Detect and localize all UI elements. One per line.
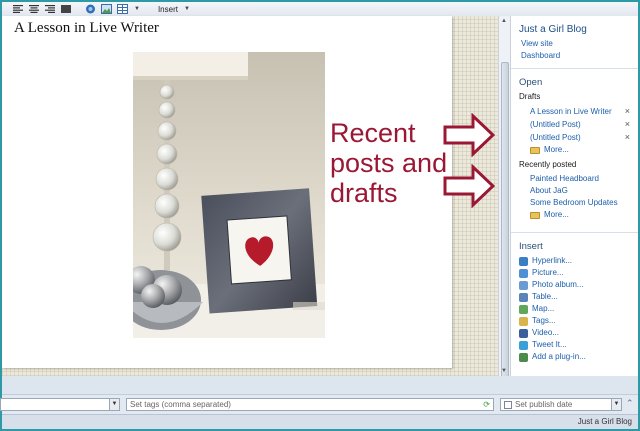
recent-more[interactable]: More... bbox=[519, 209, 638, 221]
scroll-down-icon[interactable]: ▼ bbox=[501, 368, 507, 374]
align-right-icon[interactable] bbox=[44, 4, 56, 14]
insert-item-label[interactable]: Tweet It... bbox=[532, 339, 567, 351]
align-center-icon[interactable] bbox=[28, 4, 40, 14]
insert-item[interactable]: Tags... bbox=[519, 315, 638, 327]
video-icon bbox=[519, 328, 528, 338]
chevron-down-icon[interactable]: ▼ bbox=[109, 399, 119, 410]
insert-item-label[interactable]: Add a plug-in... bbox=[532, 351, 586, 363]
insert-list: Hyperlink... Picture... Photo album... Tabl… bbox=[519, 255, 638, 363]
insert-item[interactable]: Table... bbox=[519, 291, 638, 303]
status-blog-name: Just a Girl Blog bbox=[577, 417, 632, 426]
insert-dropdown-icon[interactable]: ▼ bbox=[184, 6, 190, 12]
sidebar-open-section: Open Drafts A Lesson in Live Writer × (U… bbox=[511, 69, 638, 233]
draft-item[interactable]: (Untitled Post) × bbox=[519, 131, 638, 144]
recent-post-link[interactable]: Some Bedroom Updates bbox=[530, 197, 618, 209]
insert-item[interactable]: Map... bbox=[519, 303, 638, 315]
insert-item[interactable]: Video... bbox=[519, 327, 638, 339]
tags-icon bbox=[519, 316, 528, 326]
insert-heading: Insert bbox=[519, 241, 543, 252]
recently-posted-label: Recently posted bbox=[519, 160, 577, 169]
insert-menu[interactable]: Insert bbox=[158, 5, 178, 14]
status-bar: Just a Girl Blog bbox=[2, 414, 638, 429]
draft-item[interactable]: (Untitled Post) × bbox=[519, 118, 638, 131]
insert-item-label[interactable]: Tags... bbox=[532, 315, 556, 327]
annotation-arrow-bottom-icon bbox=[443, 164, 495, 208]
hyperlink-icon[interactable] bbox=[84, 4, 96, 14]
recent-post-item[interactable]: Painted Headboard bbox=[519, 173, 638, 185]
drafts-more[interactable]: More... bbox=[519, 144, 638, 156]
insert-item[interactable]: Picture... bbox=[519, 267, 638, 279]
insert-item[interactable]: Hyperlink... bbox=[519, 255, 638, 267]
tags-placeholder: Set tags (comma separated) bbox=[130, 400, 231, 409]
align-justify-icon[interactable] bbox=[60, 4, 72, 14]
tweet-icon bbox=[519, 340, 528, 350]
recent-post-item[interactable]: About JaG bbox=[519, 185, 638, 197]
dashboard-link[interactable]: Dashboard bbox=[519, 50, 638, 62]
recent-more-link[interactable]: More... bbox=[544, 209, 569, 221]
draft-link[interactable]: (Untitled Post) bbox=[530, 119, 581, 131]
recent-post-link[interactable]: Painted Headboard bbox=[530, 173, 599, 185]
post-photo[interactable] bbox=[133, 52, 325, 338]
close-icon[interactable]: × bbox=[625, 131, 630, 144]
recent-post-item[interactable]: Some Bedroom Updates bbox=[519, 197, 638, 209]
picture-icon[interactable] bbox=[100, 4, 112, 14]
annotation-text: Recent posts and drafts bbox=[330, 118, 447, 208]
picture-icon bbox=[519, 268, 528, 278]
draft-item[interactable]: A Lesson in Live Writer × bbox=[519, 105, 638, 118]
map-icon bbox=[519, 304, 528, 314]
annotation-arrow-top-icon bbox=[443, 113, 495, 157]
insert-item-label[interactable]: Table... bbox=[532, 291, 558, 303]
tags-input[interactable]: Set tags (comma separated) ⟳ bbox=[126, 398, 494, 411]
drafts-label: Drafts bbox=[519, 92, 541, 101]
insert-item-label[interactable]: Hyperlink... bbox=[532, 255, 572, 267]
insert-item[interactable]: Tweet It... bbox=[519, 339, 638, 351]
view-site-link[interactable]: View site bbox=[519, 38, 638, 50]
editor-scrollbar[interactable]: ▲ ▼ bbox=[498, 16, 510, 382]
insert-item-label[interactable]: Map... bbox=[532, 303, 554, 315]
draft-link[interactable]: (Untitled Post) bbox=[530, 132, 581, 144]
publish-date-input[interactable]: Set publish date ▼ bbox=[500, 398, 622, 411]
blog-name: Just a Girl Blog bbox=[519, 24, 587, 35]
insert-item[interactable]: Add a plug-in... bbox=[519, 351, 638, 363]
close-icon[interactable]: × bbox=[625, 105, 630, 118]
editor-footer-band bbox=[2, 376, 638, 394]
drafts-more-link[interactable]: More... bbox=[544, 144, 569, 156]
photo-album-icon bbox=[519, 280, 528, 290]
collapse-icon[interactable]: ⌃ bbox=[626, 398, 634, 409]
table-dropdown-icon[interactable]: ▼ bbox=[134, 6, 140, 12]
insert-item[interactable]: Photo album... bbox=[519, 279, 638, 291]
open-heading: Open bbox=[519, 77, 543, 88]
close-icon[interactable]: × bbox=[625, 118, 630, 131]
plugin-icon bbox=[519, 352, 528, 362]
sidebar: Just a Girl Blog View site Dashboard Ope… bbox=[510, 16, 638, 376]
post-properties-bar: ▼ Set tags (comma separated) ⟳ Set publi… bbox=[0, 394, 638, 414]
align-left-icon[interactable] bbox=[12, 4, 24, 14]
scroll-thumb[interactable] bbox=[501, 62, 509, 382]
insert-item-label[interactable]: Picture... bbox=[532, 267, 564, 279]
hyperlink-icon bbox=[519, 256, 528, 266]
table-icon[interactable] bbox=[116, 4, 128, 14]
refresh-tags-icon[interactable]: ⟳ bbox=[483, 399, 490, 410]
insert-item-label[interactable]: Photo album... bbox=[532, 279, 584, 291]
scroll-up-icon[interactable]: ▲ bbox=[501, 18, 507, 24]
annotation-line-2: posts and bbox=[330, 148, 448, 178]
annotation-line-1: Recent bbox=[330, 118, 416, 148]
calendar-dropdown-icon[interactable]: ▼ bbox=[611, 399, 621, 410]
insert-item-label[interactable]: Video... bbox=[532, 327, 559, 339]
sidebar-insert-section: Insert Hyperlink... Picture... Photo album… bbox=[511, 233, 638, 363]
folder-icon bbox=[530, 211, 540, 219]
category-select[interactable]: ▼ bbox=[0, 398, 120, 411]
folder-icon bbox=[530, 146, 540, 154]
formatting-toolbar: ▼ Insert ▼ bbox=[2, 2, 638, 16]
publish-date-placeholder: Set publish date bbox=[515, 400, 573, 409]
recent-post-link[interactable]: About JaG bbox=[530, 185, 568, 197]
post-title[interactable]: A Lesson in Live Writer bbox=[14, 20, 159, 37]
table-icon bbox=[519, 292, 528, 302]
publish-date-checkbox[interactable] bbox=[504, 401, 512, 409]
annotation-line-3: drafts bbox=[330, 178, 398, 208]
sidebar-blog-section: Just a Girl Blog View site Dashboard bbox=[511, 16, 638, 69]
draft-link[interactable]: A Lesson in Live Writer bbox=[530, 106, 612, 118]
